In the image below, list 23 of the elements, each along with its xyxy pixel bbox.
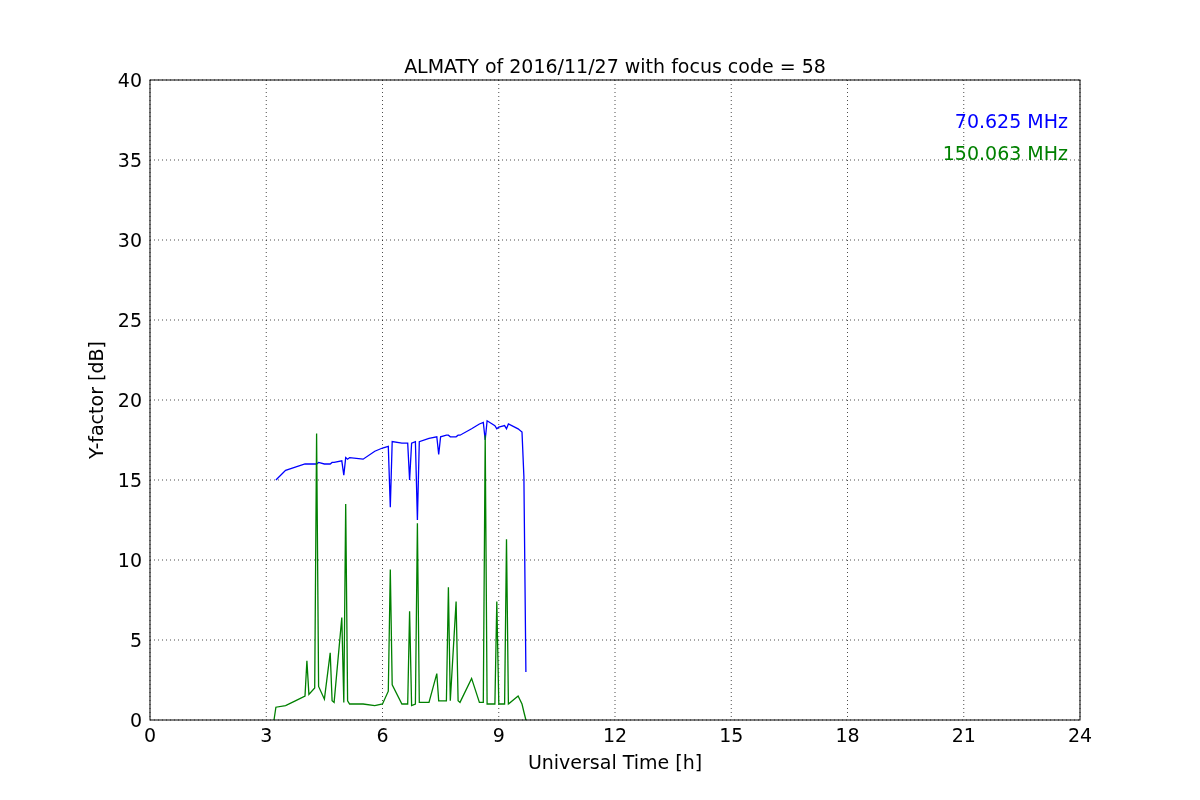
y-tick-label: 15 (117, 469, 142, 491)
legend-label: 150.063 MHz (942, 142, 1068, 164)
x-tick-label: 24 (1067, 724, 1093, 746)
x-axis-label: Universal Time [h] (527, 751, 703, 773)
y-tick-label: 10 (117, 549, 142, 571)
y-tick-label: 5 (129, 629, 142, 651)
x-tick-label: 18 (835, 724, 860, 746)
x-tick-label: 3 (260, 724, 273, 746)
y-tick-label: 0 (129, 709, 142, 731)
x-tick-label: 0 (143, 724, 157, 746)
x-tick-label: 12 (602, 724, 628, 746)
y-tick-label: 30 (117, 229, 142, 251)
y-axis-label: Y-factor [dB] (85, 341, 107, 459)
legend-label: 70.625 MHz (954, 110, 1068, 132)
y-tick-label: 25 (117, 309, 142, 331)
x-tick-label: 21 (951, 724, 976, 746)
x-tick-label: 6 (376, 724, 389, 746)
y-tick-label: 40 (117, 69, 142, 91)
y-tick-label: 20 (117, 389, 142, 411)
x-tick-label: 9 (492, 724, 505, 746)
y-tick-label: 35 (117, 149, 142, 171)
chart-title: ALMATY of 2016/11/27 with focus code = 58 (404, 55, 826, 77)
x-tick-label: 15 (719, 724, 744, 746)
